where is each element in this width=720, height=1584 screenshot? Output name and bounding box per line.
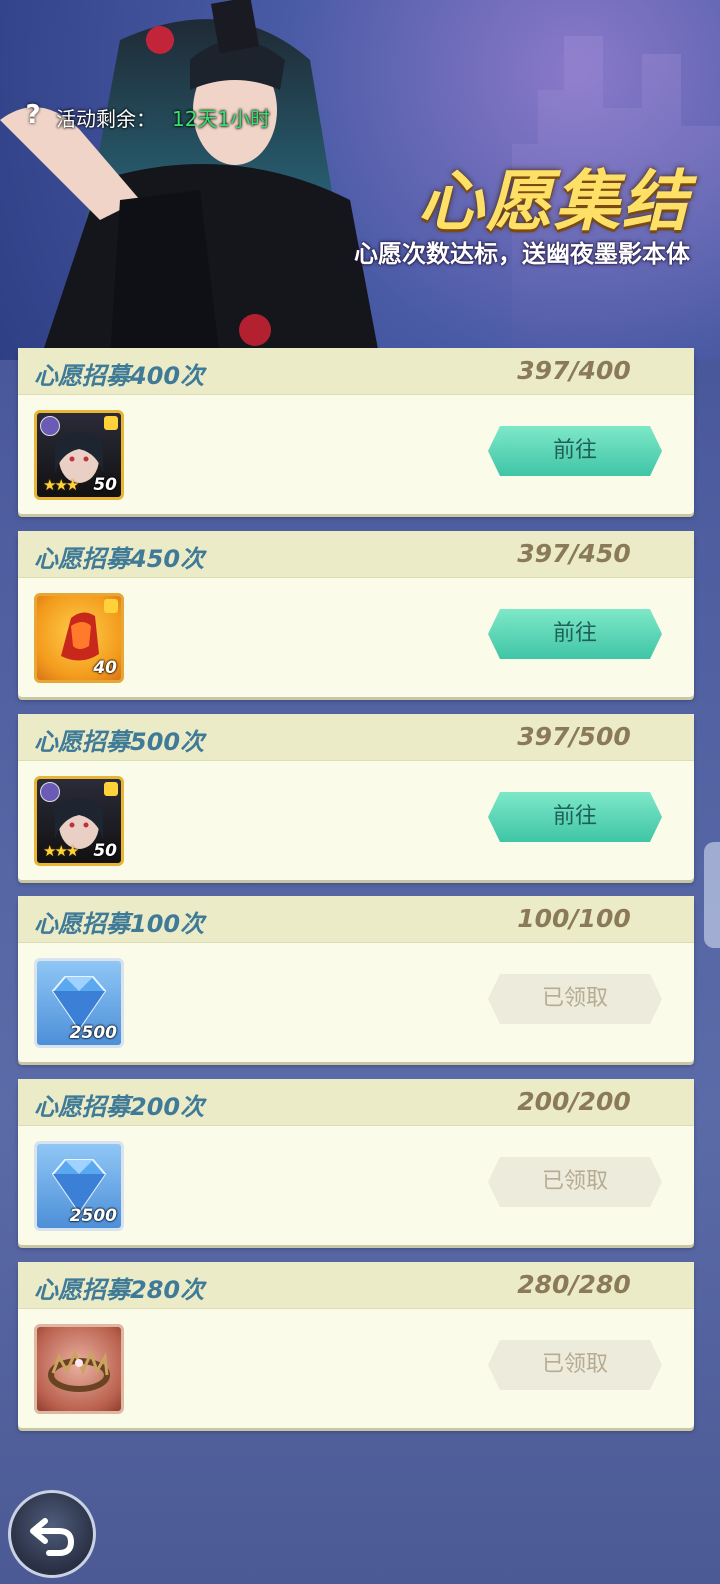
go-button[interactable]: 前往 (488, 792, 662, 842)
task-title: 心愿招募280次 (34, 1276, 205, 1304)
thorn-crown-icon[interactable] (34, 1324, 124, 1414)
star-rating-icon: ★★★ (43, 842, 79, 860)
item-count: 50 (93, 475, 117, 495)
go-button[interactable]: 前往 (488, 426, 662, 476)
back-arrow-icon (30, 1518, 75, 1556)
task-card: 心愿招募280次 280/280 已领取 (18, 1262, 694, 1428)
back-button[interactable] (8, 1490, 96, 1578)
task-progress: 397/450 (517, 539, 631, 568)
hero-shard-icon[interactable]: ★★★ 50 (34, 776, 124, 866)
task-card: 心愿招募450次 397/450 40 前往 (18, 531, 694, 697)
event-subtitle: 心愿次数达标，送幽夜墨影本体 (354, 240, 690, 268)
claimed-button[interactable]: 已领取 (488, 1340, 662, 1390)
event-banner: ? 活动剩余： 12天1小时 心愿集结 心愿次数达标，送幽夜墨影本体 (0, 0, 720, 360)
event-title: 心愿集结 (418, 163, 690, 240)
task-card: 心愿招募200次 200/200 2500 已领取 (18, 1079, 694, 1245)
item-count: 40 (93, 658, 117, 678)
task-progress: 397/400 (517, 356, 631, 385)
task-progress: 397/500 (517, 722, 631, 751)
artifact-shard-icon[interactable]: 40 (34, 593, 124, 683)
go-button[interactable]: 前往 (488, 609, 662, 659)
claimed-button[interactable]: 已领取 (488, 974, 662, 1024)
claimed-button[interactable]: 已领取 (488, 1157, 662, 1207)
task-progress: 200/200 (517, 1087, 631, 1116)
event-remaining-value: 12天1小时 (172, 107, 271, 131)
task-title: 心愿招募450次 (34, 545, 205, 573)
task-title: 心愿招募500次 (34, 728, 205, 756)
task-card: 心愿招募400次 397/400 ★★★ 50 前往 (18, 348, 694, 514)
task-title: 心愿招募100次 (34, 910, 205, 938)
task-card: 心愿招募500次 397/500 ★★★ 50 前往 (18, 714, 694, 880)
item-count: 50 (93, 841, 117, 861)
item-count: 2500 (69, 1023, 117, 1043)
hero-shard-icon[interactable]: ★★★ 50 (34, 410, 124, 500)
crown-icon (48, 1348, 110, 1392)
hero-portrait (0, 0, 380, 360)
task-title: 心愿招募200次 (34, 1093, 205, 1121)
task-progress: 280/280 (517, 1270, 631, 1299)
event-remaining-label: 活动剩余： (56, 107, 156, 131)
item-count: 2500 (69, 1206, 117, 1226)
diamond-icon[interactable]: 2500 (34, 1141, 124, 1231)
task-card: 心愿招募100次 100/100 2500 已领取 (18, 896, 694, 1062)
side-drawer-handle[interactable] (704, 842, 720, 948)
task-progress: 100/100 (517, 904, 631, 933)
star-rating-icon: ★★★ (43, 476, 79, 494)
diamond-icon[interactable]: 2500 (34, 958, 124, 1048)
task-title: 心愿招募400次 (34, 362, 205, 390)
help-icon[interactable]: ? (18, 100, 48, 130)
